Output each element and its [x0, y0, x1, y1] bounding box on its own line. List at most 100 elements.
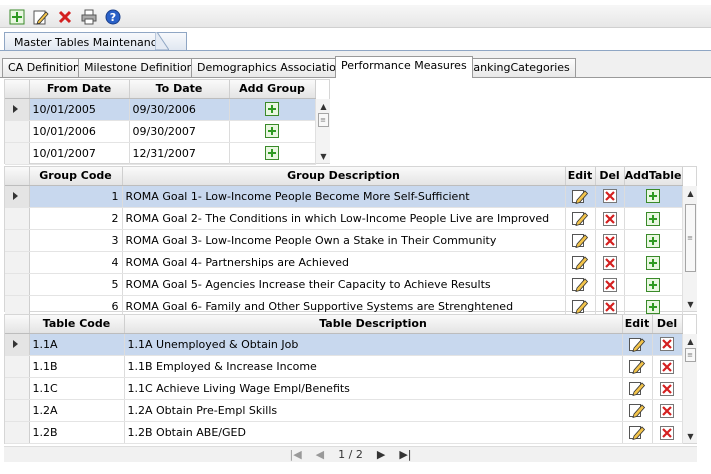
- first-page-icon[interactable]: |◀: [290, 448, 302, 461]
- delete-group-button[interactable]: [595, 185, 625, 208]
- periods-scrollbar[interactable]: ▲ ≡ ▼: [315, 99, 330, 163]
- edit-group-button[interactable]: [565, 185, 596, 208]
- from-date-cell[interactable]: 10/01/2005: [29, 98, 130, 121]
- to-date-cell[interactable]: 09/30/2006: [129, 98, 230, 121]
- group-description-header[interactable]: Group Description: [122, 167, 566, 186]
- next-page-icon[interactable]: ▶: [377, 448, 385, 461]
- table-row[interactable]: 1.1A 1.1A Unemployed & Obtain Job: [5, 333, 683, 356]
- table-row[interactable]: 1.1C 1.1C Achieve Living Wage Empl/Benefi…: [5, 377, 683, 400]
- scroll-up-icon[interactable]: ▲: [316, 99, 331, 113]
- to-date-cell[interactable]: 12/31/2007: [129, 142, 230, 165]
- scroll-thumb[interactable]: ≡: [317, 113, 329, 127]
- edit-group-button[interactable]: [565, 273, 596, 296]
- tab-ca-definition[interactable]: CA Definition: [2, 58, 86, 77]
- edit-group-button[interactable]: [565, 207, 596, 230]
- table-code-cell[interactable]: 1.2A: [29, 399, 125, 422]
- help-icon[interactable]: ?: [104, 8, 121, 25]
- group-code-cell[interactable]: 3: [29, 229, 123, 252]
- last-page-icon[interactable]: ▶|: [399, 448, 411, 461]
- add-table-button[interactable]: [624, 251, 683, 274]
- table-row[interactable]: 4 ROMA Goal 4- Partnerships are Achieved: [5, 251, 683, 274]
- table-description-cell[interactable]: 1.2A Obtain Pre-Empl Skills: [124, 399, 623, 422]
- delete-table-button[interactable]: [652, 355, 683, 378]
- group-description-cell[interactable]: ROMA Goal 2- The Conditions in which Low…: [122, 207, 566, 230]
- table-description-cell[interactable]: 1.1C Achieve Living Wage Empl/Benefits: [124, 377, 623, 400]
- scroll-down-icon[interactable]: ▼: [683, 429, 698, 443]
- delete-table-button[interactable]: [652, 421, 683, 444]
- table-row[interactable]: 1.2A 1.2A Obtain Pre-Empl Skills: [5, 399, 683, 422]
- add-icon: [265, 124, 279, 138]
- group-description-cell[interactable]: ROMA Goal 3- Low-Income People Own a Sta…: [122, 229, 566, 252]
- group-description-cell[interactable]: ROMA Goal 4- Partnerships are Achieved: [122, 251, 566, 274]
- from-date-cell[interactable]: 10/01/2007: [29, 142, 130, 165]
- group-code-cell[interactable]: 2: [29, 207, 123, 230]
- delete-group-button[interactable]: [595, 207, 625, 230]
- delete-icon[interactable]: [56, 8, 73, 25]
- delete-group-button[interactable]: [595, 273, 625, 296]
- edit-group-button[interactable]: [565, 229, 596, 252]
- add-icon[interactable]: [8, 8, 25, 25]
- edit-table-button[interactable]: [622, 421, 653, 444]
- to-date-cell[interactable]: 09/30/2007: [129, 120, 230, 143]
- scroll-up-icon[interactable]: ▲: [683, 186, 698, 200]
- tab-demographics-associations[interactable]: Demographics Associations: [191, 58, 355, 77]
- scroll-down-icon[interactable]: ▼: [316, 149, 331, 163]
- table-row[interactable]: 5 ROMA Goal 5- Agencies Increase their Ca…: [5, 273, 683, 296]
- add-group-button[interactable]: [229, 142, 316, 165]
- table-row[interactable]: 2 ROMA Goal 2- The Conditions in which Lo…: [5, 207, 683, 230]
- scroll-thumb[interactable]: ≡: [684, 348, 696, 362]
- table-code-cell[interactable]: 1.1C: [29, 377, 125, 400]
- from-date-header[interactable]: From Date: [29, 80, 130, 99]
- prev-page-icon[interactable]: ◀: [316, 448, 324, 461]
- table-row[interactable]: 3 ROMA Goal 3- Low-Income People Own a St…: [5, 229, 683, 252]
- table-row[interactable]: 1.2B 1.2B Obtain ABE/GED: [5, 421, 683, 444]
- add-group-button[interactable]: [229, 120, 316, 143]
- table-row[interactable]: 1.1B 1.1B Employed & Increase Income: [5, 355, 683, 378]
- from-date-cell[interactable]: 10/01/2006: [29, 120, 130, 143]
- delete-table-button[interactable]: [652, 399, 683, 422]
- group-code-header[interactable]: Group Code: [29, 167, 123, 186]
- print-icon[interactable]: [80, 8, 97, 25]
- delete-table-button[interactable]: [652, 333, 683, 356]
- group-code-cell[interactable]: 1: [29, 185, 123, 208]
- add-table-button[interactable]: [624, 273, 683, 296]
- edit-icon[interactable]: [32, 8, 49, 25]
- table-row[interactable]: 10/01/2005 09/30/2006: [5, 98, 316, 121]
- table-code-cell[interactable]: 1.2B: [29, 421, 125, 444]
- group-description-cell[interactable]: ROMA Goal 1- Low-Income People Become Mo…: [122, 185, 566, 208]
- table-row[interactable]: 1 ROMA Goal 1- Low-Income People Become M…: [5, 185, 683, 208]
- add-table-button[interactable]: [624, 185, 683, 208]
- delete-group-button[interactable]: [595, 251, 625, 274]
- scroll-up-icon[interactable]: ▲: [683, 334, 698, 348]
- group-code-cell[interactable]: 4: [29, 251, 123, 274]
- table-row[interactable]: 10/01/2007 12/31/2007: [5, 142, 316, 165]
- edit-table-button[interactable]: [622, 399, 653, 422]
- tab-performance-measures[interactable]: Performance Measures: [335, 56, 473, 78]
- table-description-cell[interactable]: 1.1A Unemployed & Obtain Job: [124, 333, 623, 356]
- scroll-down-icon[interactable]: ▼: [683, 297, 698, 311]
- table-code-header[interactable]: Table Code: [29, 315, 125, 334]
- table-code-cell[interactable]: 1.1A: [29, 333, 125, 356]
- table-description-header[interactable]: Table Description: [124, 315, 623, 334]
- edit-table-button[interactable]: [622, 333, 653, 356]
- delete-group-button[interactable]: [595, 229, 625, 252]
- edit-table-button[interactable]: [622, 355, 653, 378]
- table-row[interactable]: 10/01/2006 09/30/2007: [5, 120, 316, 143]
- to-date-header[interactable]: To Date: [129, 80, 230, 99]
- group-code-cell[interactable]: 5: [29, 273, 123, 296]
- delete-table-button[interactable]: [652, 377, 683, 400]
- groups-scrollbar[interactable]: ▲ ≡ ▼: [682, 186, 697, 311]
- edit-table-button[interactable]: [622, 377, 653, 400]
- group-description-cell[interactable]: ROMA Goal 5- Agencies Increase their Cap…: [122, 273, 566, 296]
- table-code-cell[interactable]: 1.1B: [29, 355, 125, 378]
- edit-group-button[interactable]: [565, 251, 596, 274]
- add-table-button[interactable]: [624, 229, 683, 252]
- add-group-button[interactable]: [229, 98, 316, 121]
- table-description-cell[interactable]: 1.2B Obtain ABE/GED: [124, 421, 623, 444]
- scroll-thumb[interactable]: ≡: [684, 204, 696, 272]
- tab-ranking-categories[interactable]: RankingCategories: [460, 58, 576, 77]
- add-table-button[interactable]: [624, 207, 683, 230]
- tab-milestone-definitions[interactable]: Milestone Definitions: [78, 58, 206, 77]
- table-description-cell[interactable]: 1.1B Employed & Increase Income: [124, 355, 623, 378]
- tables-scrollbar[interactable]: ▲ ≡ ▼: [682, 334, 697, 443]
